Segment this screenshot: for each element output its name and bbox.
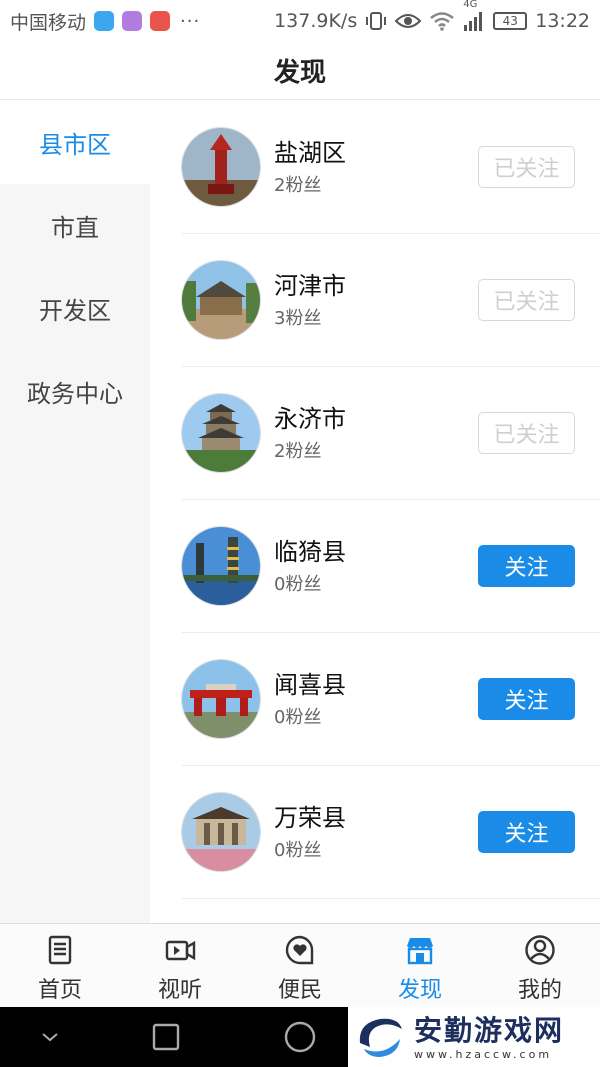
account-name: 闻喜县 [274,671,346,699]
battery-icon: 43 [493,12,528,30]
category-gov-center[interactable]: 政务中心 [0,350,150,433]
title-bar: 发现 [0,42,600,100]
category-sidebar: 县市区 市直 开发区 政务中心 [0,101,150,923]
followed-button[interactable]: 已关注 [478,279,575,321]
more-notifications-icon: ··· [180,10,201,32]
document-icon [48,935,72,965]
page-title: 发现 [273,58,326,88]
store-icon [407,938,433,965]
recents-icon[interactable] [152,1023,180,1051]
account-name: 河津市 [274,272,346,300]
list-item[interactable]: 临猗县 0粉丝 关注 [182,500,600,633]
wifi-icon [430,12,455,31]
tab-mine[interactable]: 我的 [480,924,600,1007]
signal-icon [464,12,483,31]
follow-button[interactable]: 关注 [478,811,575,853]
net-speed: 137.9K/s [274,10,358,32]
tab-video[interactable]: 视听 [120,924,240,1007]
avatar [182,128,260,206]
list-item[interactable]: 永济市 2粉丝 已关注 [182,367,600,500]
gallery-app-icon [122,11,143,31]
tab-discover[interactable]: 发现 [360,924,480,1007]
account-name: 万荣县 [274,804,346,832]
tab-label: 我的 [517,978,562,1003]
tab-services[interactable]: 便民 [240,924,360,1007]
follow-button[interactable]: 关注 [478,545,575,587]
status-bar: 中国移动 ··· 137.9K/s 4G 43 13:22 [0,0,600,42]
list-item[interactable]: 闻喜县 0粉丝 关注 [182,633,600,766]
bottom-tab-bar: 首页 视听 便民 发现 我的 [0,923,600,1007]
site-watermark: 安勤游戏网 www.hzaccw.com [348,1007,600,1067]
avatar [182,527,260,605]
fans-count: 2粉丝 [274,175,322,196]
account-list: 盐湖区 2粉丝 已关注 河津市 3粉丝 已关注 永济市 2粉丝 已关注 临猗县 … [182,101,600,899]
tab-label: 便民 [277,978,322,1003]
category-county[interactable]: 县市区 [0,101,150,184]
account-name: 临猗县 [274,538,346,566]
followed-button[interactable]: 已关注 [478,146,575,188]
clock: 13:22 [535,10,590,32]
avatar [182,394,260,472]
account-name: 盐湖区 [274,139,346,167]
home-circle-icon[interactable] [284,1021,316,1053]
avatar [182,261,260,339]
network-type: 4G [463,0,478,10]
vibrate-icon [366,12,387,30]
tab-label: 首页 [37,978,82,1003]
list-item[interactable]: 河津市 3粉丝 已关注 [182,234,600,367]
tab-label: 视听 [157,978,202,1003]
watermark-url: www.hzaccw.com [414,1047,553,1061]
weibo-app-icon [150,11,171,31]
chevron-down-icon[interactable] [40,1030,60,1044]
followed-button[interactable]: 已关注 [478,412,575,454]
fans-count: 0粉丝 [274,574,322,595]
carrier-label: 中国移动 [10,11,87,34]
list-item[interactable]: 盐湖区 2粉丝 已关注 [182,101,600,234]
watermark-logo-icon [359,1018,402,1057]
account-name: 永济市 [274,405,346,433]
heart-chat-icon [285,935,314,965]
category-city-direct[interactable]: 市直 [0,184,150,267]
category-dev-zone[interactable]: 开发区 [0,267,150,350]
avatar [182,793,260,871]
fans-count: 0粉丝 [274,840,322,861]
follow-button[interactable]: 关注 [478,678,575,720]
fans-count: 0粉丝 [274,707,322,728]
list-item[interactable]: 万荣县 0粉丝 关注 [182,766,600,899]
message-app-icon [94,11,115,31]
eye-icon [395,14,422,28]
watermark-title: 安勤游戏网 [414,1013,565,1047]
fans-count: 2粉丝 [274,441,322,462]
avatar [182,660,260,738]
fans-count: 3粉丝 [274,308,322,329]
user-icon [525,935,555,965]
video-icon [165,940,196,961]
tab-home[interactable]: 首页 [0,924,120,1007]
tab-label: 发现 [397,978,442,1003]
